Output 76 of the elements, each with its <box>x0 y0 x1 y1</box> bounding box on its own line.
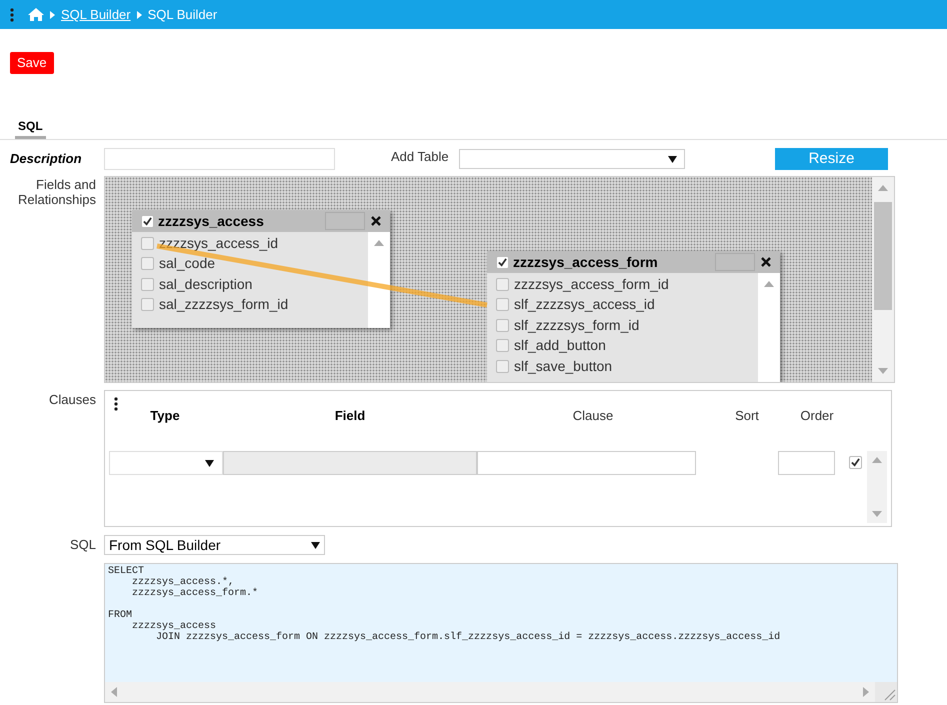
dropdown-arrow-icon <box>311 542 320 548</box>
column-header: Clause <box>572 407 614 426</box>
resize-grip-icon[interactable] <box>875 682 897 702</box>
home-icon[interactable] <box>28 8 44 21</box>
description-field[interactable] <box>104 148 335 170</box>
table-name: zzzzsys_access <box>158 212 265 231</box>
add-table-dropdown[interactable] <box>459 149 685 169</box>
menu-dots-icon[interactable] <box>114 397 118 411</box>
field-label: Clauses <box>48 391 97 409</box>
sql-code: SELECT zzzzsys_access.*, zzzzsys_access_form.* FROM zzzzsys_access JOIN zzzzsys_access_form ON zzzzsys_access_form.slf_zzzzsys_access_id = zzzzsys_access.zzzzsys_access_id <box>107 565 782 643</box>
column-header: Type <box>149 407 181 426</box>
table-panel[interactable]: zzzzsys_access zzzzsys_access_id sal_code sal_description sal_zzzzsys_form_id <box>132 210 390 328</box>
checkbox[interactable] <box>496 360 509 373</box>
caret-icon <box>50 10 55 18</box>
dropdown-arrow-icon <box>668 156 677 162</box>
check-icon <box>851 458 860 468</box>
scroll-up-icon[interactable] <box>878 185 888 191</box>
field-label: SQL <box>68 536 97 554</box>
scroll-up-icon[interactable] <box>764 281 774 287</box>
clause-input[interactable] <box>477 451 696 475</box>
check-icon <box>498 258 507 266</box>
field-name: zzzzsys_access_form_id <box>514 274 669 294</box>
field-name: sal_code <box>159 254 216 274</box>
checkbox[interactable] <box>141 278 154 291</box>
scrollbar[interactable] <box>368 232 390 328</box>
field-name: slf_zzzzsys_access_id <box>514 295 655 314</box>
scroll-down-icon[interactable] <box>878 368 888 374</box>
sql-source-dropdown[interactable]: From SQL Builder <box>104 535 325 555</box>
field-name: sal_zzzzsys_form_id <box>159 295 288 314</box>
scroll-left-icon[interactable] <box>111 687 117 697</box>
scroll-right-icon[interactable] <box>863 687 869 697</box>
scroll-down-icon[interactable] <box>872 511 882 517</box>
column-header: Sort <box>734 407 760 426</box>
checkbox[interactable] <box>141 214 154 228</box>
column-header: Field <box>334 407 366 426</box>
field-name: slf_save_button <box>514 356 612 376</box>
field-name: sal_description <box>159 274 252 294</box>
checkbox[interactable] <box>849 456 862 470</box>
table-panel[interactable]: zzzzsys_access_form zzzzsys_access_form_id slf_zzzzsys_access_id slf_zzzzsys_form_id slf_add_button slf_save_button <box>487 251 780 382</box>
scroll-thumb[interactable] <box>874 202 892 310</box>
type-dropdown[interactable] <box>109 451 223 475</box>
field-label: Add Table <box>391 148 450 166</box>
checkbox[interactable] <box>141 298 154 312</box>
checkbox[interactable] <box>496 298 509 312</box>
scroll-up-icon[interactable] <box>872 457 882 463</box>
tab[interactable]: SQL <box>15 117 46 139</box>
scrollbar[interactable] <box>867 451 887 523</box>
scrollbar[interactable] <box>758 273 780 382</box>
checkbox[interactable] <box>496 278 509 291</box>
checkbox[interactable] <box>496 339 509 352</box>
save-button[interactable]: Save <box>10 52 54 74</box>
relationships-canvas[interactable]: zzzzsys_access zzzzsys_access_id sal_code sal_description sal_zzzzsys_form_id zzzzsys_access_form zzzzsys_access_form_id slf_zzzzsys_access_id slf_zzzzsys_form_id slf_add_button slf_save_button <box>104 176 895 383</box>
check-icon <box>143 216 152 226</box>
checkbox[interactable] <box>141 236 154 250</box>
column-header: Order <box>799 407 835 426</box>
sql-text-area[interactable]: SELECT zzzzsys_access.*, zzzzsys_access_form.* FROM zzzzsys_access JOIN zzzzsys_access_form ON zzzzsys_access_form.slf_zzzzsys_access_id = zzzzsys_access.zzzzsys_access_id <box>104 563 898 703</box>
scrollbar[interactable] <box>872 177 894 382</box>
scrollbar[interactable] <box>105 682 875 702</box>
table-name: zzzzsys_access_form <box>513 252 659 272</box>
field-name: zzzzsys_access_id <box>159 234 278 253</box>
field-label: Description <box>9 150 83 168</box>
scroll-up-icon[interactable] <box>374 240 384 246</box>
checkbox[interactable] <box>496 256 509 268</box>
close-icon[interactable] <box>371 216 381 226</box>
close-icon[interactable] <box>761 257 771 267</box>
field-label: Fields and Relationships <box>16 176 96 207</box>
breadcrumb-current: SQL Builder <box>148 6 218 24</box>
field-name: slf_add_button <box>514 336 606 356</box>
menu-dots-icon[interactable] <box>10 8 14 22</box>
checkbox[interactable] <box>496 318 509 332</box>
checkbox[interactable] <box>141 257 154 270</box>
dropdown-arrow-icon <box>205 460 214 466</box>
caret-icon <box>136 10 142 18</box>
field-name: slf_zzzzsys_form_id <box>514 316 640 335</box>
field-input[interactable] <box>223 451 477 475</box>
order-input[interactable] <box>778 451 835 475</box>
